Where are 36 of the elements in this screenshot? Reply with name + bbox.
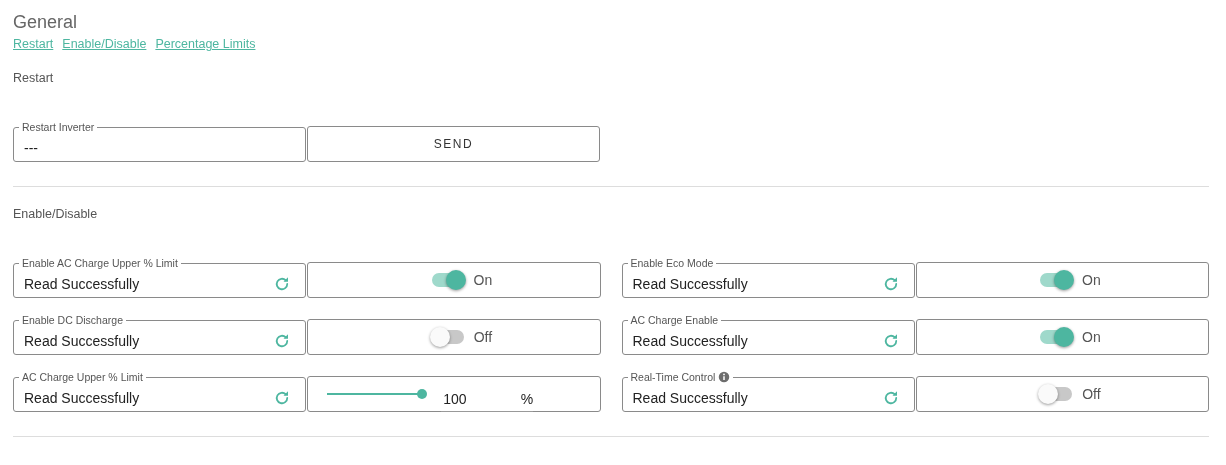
page-title: General [13, 12, 79, 33]
switch-label: On [473, 272, 493, 288]
text-field[interactable]: Restart Inverter --- [13, 120, 306, 162]
text-field[interactable]: Enable AC Charge Upper % Limit Read Successfully [13, 256, 307, 298]
field-label: AC Charge Upper % Limit [22, 371, 143, 383]
toggle-switch[interactable] [1040, 327, 1075, 347]
section-heading: Enable/Disable [13, 207, 99, 221]
number-input[interactable]: 100 % [441, 384, 534, 412]
field-label: Enable DC Discharge [22, 314, 123, 326]
field-label: AC Charge Enable [630, 314, 719, 326]
field-value: Read Successfully [24, 333, 141, 349]
switch-label: On [1082, 272, 1101, 288]
field-label: Enable Eco Mode [630, 257, 714, 269]
field-value: Read Successfully [632, 276, 749, 292]
text-field[interactable]: AC Charge Enable Read Successfully [621, 313, 915, 355]
field-label: Enable AC Charge Upper % Limit [22, 257, 178, 269]
switch-label: Off [473, 329, 493, 345]
field-label: Real-Time Control [630, 371, 716, 383]
section-heading: Restart [13, 71, 55, 85]
field-value: Read Successfully [24, 276, 141, 292]
switch-label: Off [1082, 386, 1101, 402]
info-icon[interactable] [718, 371, 731, 383]
field-value: Read Successfully [632, 390, 749, 406]
toggle-switch[interactable] [431, 270, 466, 290]
toggle-switch[interactable] [431, 327, 466, 347]
field-value: Read Successfully [632, 333, 749, 349]
text-field[interactable]: Enable DC Discharge Read Successfully [13, 313, 307, 355]
text-field[interactable]: Real-Time Control Read Successfully [621, 370, 915, 412]
send-button[interactable]: SEND [307, 126, 600, 162]
text-field[interactable]: Enable Eco Mode Read Successfully [621, 256, 915, 298]
text-field[interactable]: AC Charge Upper % Limit Read Successfully [13, 370, 307, 412]
field-value: Read Successfully [24, 390, 141, 406]
field-value: --- [24, 140, 39, 156]
field-label: Restart Inverter [22, 121, 95, 133]
toggle-switch[interactable] [1040, 270, 1075, 290]
switch-label: On [1082, 329, 1101, 345]
